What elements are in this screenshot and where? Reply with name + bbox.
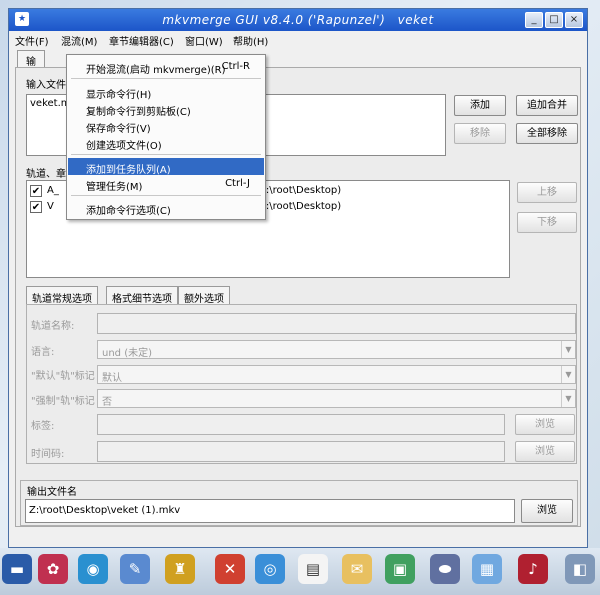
menu-item-start-muxing[interactable]: 开始混流(启动 mkvmerge)(R) Ctrl-R bbox=[68, 58, 264, 76]
menu-help[interactable]: 帮助(H) bbox=[233, 33, 268, 48]
tab-format-options[interactable]: 格式细节选项 bbox=[106, 286, 178, 305]
move-up-button[interactable]: 上移 bbox=[517, 182, 577, 203]
track-name: A_ bbox=[47, 185, 59, 196]
menu-window[interactable]: 窗口(W) bbox=[185, 33, 223, 48]
taskbar-app-icon[interactable]: ◧ bbox=[565, 554, 595, 584]
taskbar-app-icon[interactable]: ▤ bbox=[298, 554, 328, 584]
forced-flag-label: "强制"轨"标记 bbox=[31, 396, 95, 407]
track-name-field[interactable] bbox=[97, 313, 576, 334]
language-select[interactable]: und (未定) ▼ bbox=[97, 340, 576, 359]
track-checkbox[interactable]: ✔ bbox=[30, 201, 42, 213]
title-bar[interactable]: ★ mkvmerge GUI v8.4.0 ('Rapunzel') veket… bbox=[9, 9, 587, 31]
track-path: Z:\root\Desktop) bbox=[259, 201, 342, 212]
taskbar-app-icon[interactable]: ✎ bbox=[120, 554, 150, 584]
tags-browse-button[interactable]: 浏览 bbox=[515, 414, 575, 435]
mux-menu-dropdown: 开始混流(启动 mkvmerge)(R) Ctrl-R 显示命令行(H) 复制命令… bbox=[66, 54, 266, 220]
menu-chapter-editor[interactable]: 章节编辑器(C) bbox=[109, 33, 174, 48]
track-options-panel: 轨道名称: 语言: und (未定) ▼ "默认"轨"标记 默认 ▼ "强制"轨"标… bbox=[26, 304, 577, 464]
output-browse-button[interactable]: 浏览 bbox=[521, 499, 573, 523]
output-group: 输出文件名 Z:\root\Desktop\veket (1).mkv 浏览 bbox=[20, 480, 578, 526]
tab-input[interactable]: 输入 bbox=[17, 50, 45, 83]
chevron-down-icon: ▼ bbox=[561, 390, 575, 407]
tags-label: 标签: bbox=[31, 421, 55, 432]
add-button[interactable]: 添加 bbox=[454, 95, 506, 116]
append-button[interactable]: 追加合并 bbox=[516, 95, 578, 116]
menu-bar: 文件(F) 混流(M) 章节编辑器(C) 窗口(W) 帮助(H) bbox=[9, 31, 587, 48]
taskbar-app-icon[interactable]: ◎ bbox=[255, 554, 285, 584]
menu-item-add-to-queue[interactable]: 添加到任务队列(A) bbox=[68, 158, 264, 176]
remove-all-button[interactable]: 全部移除 bbox=[516, 123, 578, 144]
taskbar-app-icon[interactable]: ▦ bbox=[472, 554, 502, 584]
track-path: Z:\root\Desktop) bbox=[259, 185, 342, 196]
menu-item-show-cmdline[interactable]: 显示命令行(H) bbox=[68, 83, 264, 101]
main-window: ★ mkvmerge GUI v8.4.0 ('Rapunzel') veket… bbox=[8, 8, 588, 548]
language-label: 语言: bbox=[31, 347, 55, 358]
maximize-button[interactable]: □ bbox=[545, 12, 563, 28]
taskbar-app-icon[interactable]: ⬬ bbox=[430, 554, 460, 584]
chevron-down-icon: ▼ bbox=[561, 341, 575, 358]
menu-separator bbox=[71, 195, 261, 196]
default-flag-select[interactable]: 默认 ▼ bbox=[97, 365, 576, 384]
timecode-browse-button[interactable]: 浏览 bbox=[515, 441, 575, 462]
taskbar: ▬ ✿ ◉ ✎ ♜ ✕ ◎ ▤ ✉ ▣ ⬬ ▦ ♪ ◧ bbox=[0, 548, 600, 595]
track-name-label: 轨道名称: bbox=[31, 321, 75, 332]
menu-item-add-cmdline-options[interactable]: 添加命令行选项(C) bbox=[68, 199, 264, 217]
taskbar-app-icon[interactable]: ◉ bbox=[78, 554, 108, 584]
taskbar-app-icon[interactable]: ✉ bbox=[342, 554, 372, 584]
forced-flag-select[interactable]: 否 ▼ bbox=[97, 389, 576, 408]
minimize-button[interactable]: _ bbox=[525, 12, 543, 28]
timecode-field[interactable] bbox=[97, 441, 505, 462]
chevron-down-icon: ▼ bbox=[561, 366, 575, 383]
window-title: mkvmerge GUI v8.4.0 ('Rapunzel') veket bbox=[162, 13, 434, 27]
default-flag-label: "默认"轨"标记 bbox=[31, 371, 95, 382]
taskbar-app-icon[interactable]: ✿ bbox=[38, 554, 68, 584]
menu-item-copy-cmdline[interactable]: 复制命令行到剪贴板(C) bbox=[68, 100, 264, 118]
close-button[interactable]: × bbox=[565, 12, 583, 28]
menu-separator bbox=[71, 78, 261, 79]
remove-button[interactable]: 移除 bbox=[454, 123, 506, 144]
track-name: V bbox=[47, 201, 54, 212]
timecode-label: 时间码: bbox=[31, 449, 65, 460]
taskbar-app-icon[interactable]: ▬ bbox=[2, 554, 32, 584]
move-down-button[interactable]: 下移 bbox=[517, 212, 577, 233]
menu-separator bbox=[71, 154, 261, 155]
taskbar-app-icon[interactable]: ✕ bbox=[215, 554, 245, 584]
output-label: 输出文件名 bbox=[27, 487, 77, 498]
menu-item-manage-jobs[interactable]: 管理任务(M) Ctrl-J bbox=[68, 175, 264, 193]
taskbar-app-icon[interactable]: ♪ bbox=[518, 554, 548, 584]
menu-item-save-cmdline[interactable]: 保存命令行(V) bbox=[68, 117, 264, 135]
taskbar-app-icon[interactable]: ♜ bbox=[165, 554, 195, 584]
track-checkbox[interactable]: ✔ bbox=[30, 185, 42, 197]
tab-general-track-options[interactable]: 轨道常规选项 bbox=[26, 286, 98, 305]
output-filename-field[interactable]: Z:\root\Desktop\veket (1).mkv bbox=[25, 499, 515, 523]
menu-file[interactable]: 文件(F) bbox=[15, 33, 49, 48]
taskbar-app-icon[interactable]: ▣ bbox=[385, 554, 415, 584]
menu-mux[interactable]: 混流(M) bbox=[61, 33, 97, 48]
tags-field[interactable] bbox=[97, 414, 505, 435]
menu-item-create-option-file[interactable]: 创建选项文件(O) bbox=[68, 134, 264, 152]
tab-extra-options[interactable]: 额外选项 bbox=[178, 286, 230, 305]
